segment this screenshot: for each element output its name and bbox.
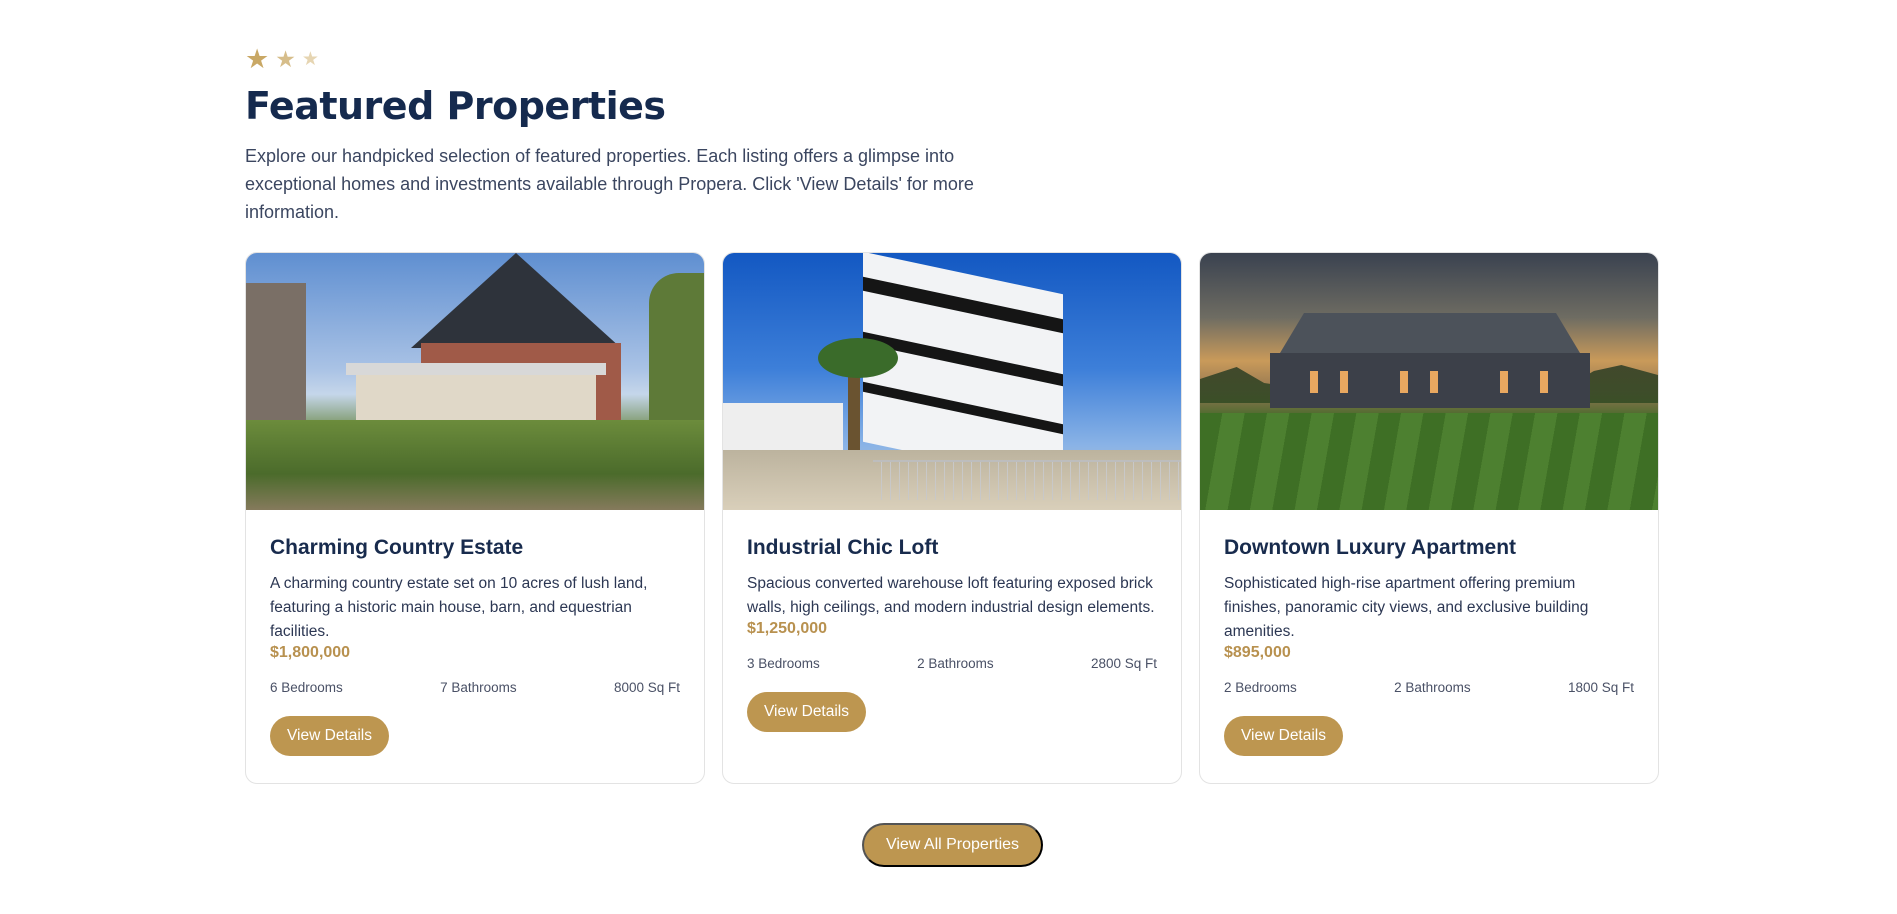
property-price: $1,800,000 [270,644,351,661]
bedrooms-count: 2 Bedrooms [1224,680,1297,695]
view-all-properties-button[interactable]: View All Properties [862,823,1043,867]
section-title: Featured Properties [245,84,666,128]
property-card: Charming Country Estate A charming count… [245,252,705,784]
property-description: Spacious converted warehouse loft featur… [747,575,1155,616]
property-title: Industrial Chic Loft [747,536,939,559]
property-cards: Charming Country Estate A charming count… [245,252,1659,784]
star-icon: ★ [245,43,270,74]
property-stats: 2 Bedrooms 2 Bathrooms 1800 Sq Ft [1224,680,1634,695]
bathrooms-count: 2 Bathrooms [1394,680,1471,695]
property-description: A charming country estate set on 10 acre… [270,575,648,640]
property-card: Industrial Chic Loft Spacious converted … [722,252,1182,784]
star-icon: ★ [275,45,296,72]
property-stats: 6 Bedrooms 7 Bathrooms 8000 Sq Ft [270,680,680,695]
view-details-button[interactable]: View Details [747,692,867,732]
property-description: Sophisticated high-rise apartment offeri… [1224,575,1589,640]
view-details-button[interactable]: View Details [1224,716,1344,756]
bathrooms-count: 2 Bathrooms [917,656,994,671]
bathrooms-count: 7 Bathrooms [440,680,517,695]
bedrooms-count: 6 Bedrooms [270,680,343,695]
property-photo [246,253,704,510]
area-size: 8000 Sq Ft [613,680,680,695]
property-photo [1200,253,1658,510]
area-size: 1800 Sq Ft [1567,680,1634,695]
property-stats: 3 Bedrooms 2 Bathrooms 2800 Sq Ft [747,656,1157,671]
property-card: Downtown Luxury Apartment Sophisticated … [1199,252,1659,784]
property-price: $895,000 [1224,644,1291,661]
property-title: Charming Country Estate [270,536,524,559]
property-photo [723,253,1181,510]
property-price: $1,250,000 [747,620,828,637]
view-details-button[interactable]: View Details [270,716,390,756]
featured-section: ★ ★ ★ Featured Properties Explore our ha… [245,43,1659,226]
star-icon: ★ [301,48,319,70]
area-size: 2800 Sq Ft [1090,656,1157,671]
section-intro: Explore our handpicked selection of feat… [245,146,974,222]
bedrooms-count: 3 Bedrooms [747,656,820,671]
property-title: Downtown Luxury Apartment [1224,536,1517,559]
rating-stars: ★ ★ ★ [245,43,1659,74]
